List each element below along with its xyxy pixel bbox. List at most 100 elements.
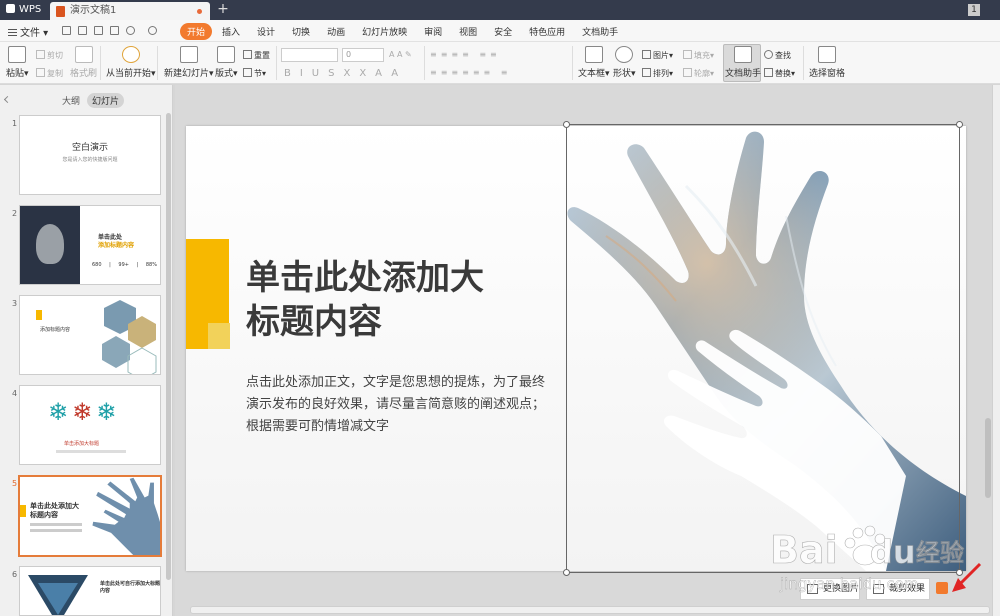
alignment-buttons-icon[interactable]: ≡≡≡≡≡≡ ≡ bbox=[430, 68, 511, 77]
format-painter-button[interactable]: 格式刷 bbox=[70, 46, 97, 79]
redo-icon[interactable] bbox=[148, 26, 157, 35]
thumbnail-number: 1 bbox=[12, 119, 18, 128]
font-name-select[interactable] bbox=[281, 48, 338, 62]
ribbon-separator bbox=[803, 46, 804, 80]
tab-outline[interactable]: 大纲 bbox=[57, 93, 85, 108]
play-from-current-button[interactable]: 从当前开始▾ bbox=[106, 46, 156, 79]
title-line: 标题内容 bbox=[246, 302, 382, 342]
text-box-button[interactable]: 文本框▾ bbox=[578, 46, 610, 79]
slide-thumbnail-3[interactable]: 添加标题内容 bbox=[19, 295, 161, 375]
tab-slides[interactable]: 幻灯片 bbox=[87, 93, 125, 108]
slide-thumbnail-1[interactable]: 空白演示 您是请入您的快捷版问题 bbox=[19, 115, 161, 195]
select-pane-button[interactable]: 选择窗格 bbox=[809, 46, 845, 79]
text-format-buttons[interactable]: BIUSXXAA bbox=[284, 68, 407, 79]
layout-label: 版式 bbox=[215, 69, 234, 79]
slide-body-placeholder[interactable]: 点击此处添加正文，文字是您思想的提炼，为了最终演示发布的良好效果，请尽量言简意赅… bbox=[246, 372, 551, 438]
play-from-current-label: 从当前开始 bbox=[106, 69, 152, 79]
arrange-icon bbox=[642, 68, 651, 77]
select-pane-label: 选择窗格 bbox=[809, 69, 846, 79]
reset-icon bbox=[243, 50, 252, 59]
presentation-file-icon bbox=[56, 6, 65, 17]
document-tab[interactable]: 演示文稿1 bbox=[50, 2, 210, 20]
scissors-icon bbox=[36, 50, 45, 59]
thumbnail-subtitle: 添加标题内容 bbox=[98, 242, 135, 249]
font-grow-shrink-icon[interactable]: A A ✎ bbox=[389, 50, 412, 59]
file-menu[interactable]: 文件 ▾ bbox=[8, 24, 48, 39]
collapse-panel-icon[interactable] bbox=[3, 95, 12, 104]
title-bar: WPS 演示文稿1 + 1 bbox=[0, 0, 1000, 20]
tab-slideshow[interactable]: 幻灯片放映 bbox=[355, 23, 414, 40]
canvas-vertical-scrollbar[interactable] bbox=[985, 418, 991, 498]
ribbon-separator bbox=[424, 46, 425, 80]
text-box-label: 文本框 bbox=[578, 69, 606, 79]
stat-value: 99+ bbox=[118, 262, 129, 268]
thumbnail-number: 4 bbox=[12, 389, 18, 398]
new-tab-button[interactable]: + bbox=[216, 0, 230, 20]
new-slide-button[interactable]: 新建幻灯片▾ bbox=[164, 46, 214, 79]
undo-icon[interactable] bbox=[126, 26, 135, 35]
tab-home[interactable]: 开始 bbox=[180, 23, 213, 40]
thumbnail-title: 单击添加大标题 bbox=[64, 441, 100, 447]
slide-thumbnail-5[interactable]: 单击此处添加大标题内容 bbox=[18, 475, 162, 557]
hand-thumbnail bbox=[92, 477, 160, 555]
tab-insert[interactable]: 插入 bbox=[215, 23, 247, 40]
resize-handle[interactable] bbox=[563, 569, 570, 576]
save-icon[interactable] bbox=[62, 26, 71, 35]
export-pdf-icon[interactable] bbox=[78, 26, 87, 35]
stat-value: 680 bbox=[92, 262, 102, 268]
window-count-badge[interactable]: 1 bbox=[968, 4, 980, 16]
slide-thumbnail-4[interactable]: ❄❄❄ 单击添加大标题 bbox=[19, 385, 161, 465]
text-placeholder-line bbox=[56, 450, 126, 453]
tab-view[interactable]: 视图 bbox=[452, 23, 484, 40]
copy-icon bbox=[36, 68, 45, 77]
layout-button[interactable]: 版式▾ bbox=[215, 46, 238, 79]
bulb-image bbox=[36, 224, 64, 264]
font-size-select[interactable]: 0 bbox=[342, 48, 384, 62]
fill-button[interactable]: 填充▾ bbox=[683, 50, 714, 61]
ribbon-separator bbox=[572, 46, 573, 80]
layout-icon bbox=[217, 46, 236, 63]
paragraph-buttons-icon[interactable]: ≡≡≡≡ ≡≡ bbox=[430, 50, 501, 59]
print-icon[interactable] bbox=[94, 26, 103, 35]
tab-doc-assistant[interactable]: 文档助手 bbox=[575, 23, 625, 40]
document-tab-label: 演示文稿1 bbox=[70, 5, 117, 16]
shape-button[interactable]: 形状▾ bbox=[613, 46, 636, 79]
replace-button[interactable]: 替换▾ bbox=[764, 68, 795, 79]
panel-scrollbar[interactable] bbox=[166, 113, 171, 580]
picture-button[interactable]: 图片▾ bbox=[642, 50, 673, 61]
slide-title-placeholder[interactable]: 单击此处添加大 标题内容 bbox=[246, 256, 546, 344]
right-sidebar bbox=[992, 85, 1000, 616]
copy-button[interactable]: 复制 bbox=[36, 68, 63, 79]
canvas-horizontal-scrollbar[interactable] bbox=[190, 606, 990, 614]
tab-features[interactable]: 特色应用 bbox=[522, 23, 572, 40]
thumbnail-number: 6 bbox=[12, 570, 18, 579]
thumbnail-subtitle: 您是请入您的快捷版问题 bbox=[62, 157, 118, 163]
reset-button[interactable]: 重置 bbox=[243, 50, 270, 61]
arrange-label: 排列 bbox=[653, 69, 669, 78]
resize-handle[interactable] bbox=[956, 121, 963, 128]
tab-transition[interactable]: 切换 bbox=[285, 23, 317, 40]
resize-handle[interactable] bbox=[563, 121, 570, 128]
tab-design[interactable]: 设计 bbox=[250, 23, 282, 40]
fill-label: 填充 bbox=[694, 51, 710, 60]
section-button[interactable]: 节▾ bbox=[243, 68, 266, 79]
slide-thumbnail-6[interactable]: 单击此处可自行添加大标题内容 bbox=[19, 566, 161, 616]
app-tab-wps[interactable]: WPS bbox=[0, 0, 50, 20]
tab-animation[interactable]: 动画 bbox=[320, 23, 352, 40]
hand-shape bbox=[92, 477, 160, 555]
baidu-watermark: Bai du 经验 jingyan.baidu.com bbox=[770, 525, 964, 593]
tab-security[interactable]: 安全 bbox=[487, 23, 519, 40]
tab-modified-dot-icon[interactable] bbox=[197, 9, 202, 14]
copy-label: 复制 bbox=[47, 69, 63, 78]
paste-button[interactable]: 粘贴▾ bbox=[6, 46, 29, 79]
slide-thumbnail-2[interactable]: 单击此处 添加标题内容 680 | 99+ | 88% bbox=[19, 205, 161, 285]
tab-review[interactable]: 审阅 bbox=[417, 23, 449, 40]
find-button[interactable]: 查找 bbox=[764, 50, 791, 61]
paste-icon bbox=[8, 46, 27, 63]
arrange-button[interactable]: 排列▾ bbox=[642, 68, 673, 79]
cut-button[interactable]: 剪切 bbox=[36, 50, 63, 61]
doc-assistant-button[interactable]: 文档助手 bbox=[725, 46, 761, 79]
thumbnail-number: 5 bbox=[12, 479, 18, 488]
print-preview-icon[interactable] bbox=[110, 26, 119, 35]
outline-button[interactable]: 轮廓▾ bbox=[683, 68, 714, 79]
